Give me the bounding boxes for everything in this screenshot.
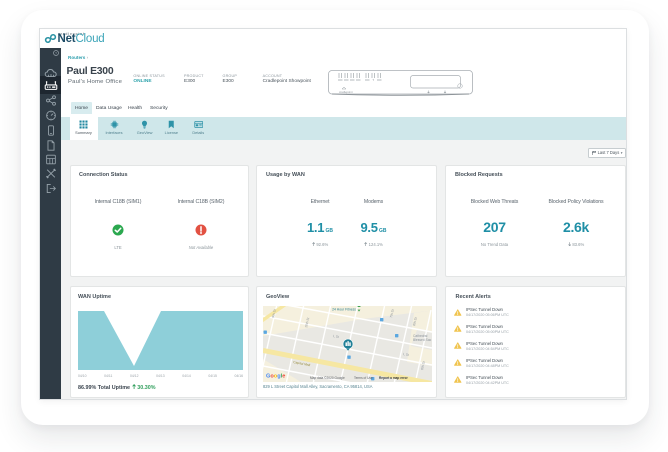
svg-text:24 Hour Fitness: 24 Hour Fitness <box>332 308 356 312</box>
svg-text:Report a map error: Report a map error <box>379 376 408 380</box>
svg-text:cradlepoint: cradlepoint <box>339 90 353 94</box>
svg-text:Map data ©2020 Google: Map data ©2020 Google <box>310 376 345 380</box>
svg-text:Google: Google <box>266 374 285 380</box>
svg-text:Blessed Sac: Blessed Sac <box>413 338 432 342</box>
svg-text:Terms of Use: Terms of Use <box>354 376 373 380</box>
